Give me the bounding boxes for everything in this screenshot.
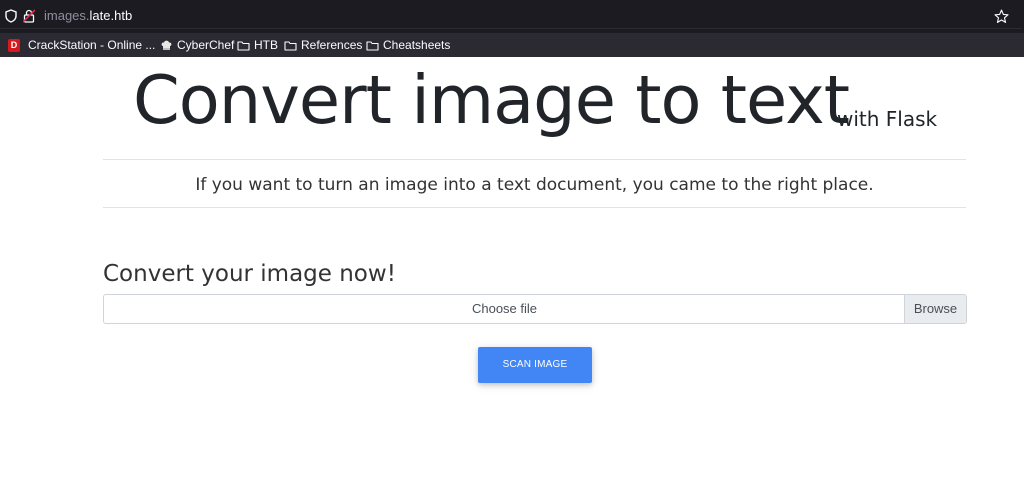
cyberchef-icon <box>161 40 172 50</box>
bookmark-label: CrackStation - Online ... <box>28 38 156 52</box>
url-domain: late.htb <box>89 8 133 23</box>
bookmark-label: Cheatsheets <box>383 38 451 52</box>
bookmark-label: References <box>301 38 363 52</box>
bookmark-folder-references[interactable]: References <box>284 37 362 53</box>
page-title-suffix: with Flask <box>837 107 938 131</box>
lead-text: If you want to turn an image into a text… <box>195 175 874 195</box>
divider-top <box>103 159 966 160</box>
bookmark-cyberchef[interactable]: CyberChef <box>160 37 234 53</box>
scan-image-button[interactable]: SCAN IMAGE <box>478 347 592 383</box>
url-bar[interactable]: images.late.htb <box>0 2 1022 29</box>
crackstation-icon: D <box>8 38 20 52</box>
browser-toolbar: images.late.htb <box>0 0 1024 33</box>
bookmark-label: CyberChef <box>177 38 235 52</box>
folder-icon <box>366 40 379 51</box>
lock-insecure-icon[interactable] <box>23 9 35 23</box>
file-input[interactable]: Choose file Browse <box>103 294 967 324</box>
bookmark-star-icon[interactable] <box>994 9 1009 24</box>
url-subdomain: images. <box>44 8 90 23</box>
bookmark-crackstation[interactable]: D CrackStation - Online ... <box>8 37 155 53</box>
folder-icon <box>284 40 297 51</box>
browse-button[interactable]: Browse <box>904 295 966 323</box>
bookmark-folder-cheatsheets[interactable]: Cheatsheets <box>366 37 450 53</box>
section-title: Convert your image now! <box>103 261 396 287</box>
divider-bottom <box>103 207 966 208</box>
folder-icon <box>237 40 250 51</box>
page-title: Convert image to text <box>133 61 850 139</box>
bookmark-label: HTB <box>254 38 278 52</box>
file-input-label[interactable]: Choose file <box>104 295 905 323</box>
bookmark-folder-htb[interactable]: HTB <box>237 37 278 53</box>
bookmarks-toolbar: D CrackStation - Online ... CyberChef HT… <box>0 33 1024 57</box>
shield-icon[interactable] <box>5 9 17 23</box>
url-text[interactable]: images.late.htb <box>44 8 132 24</box>
